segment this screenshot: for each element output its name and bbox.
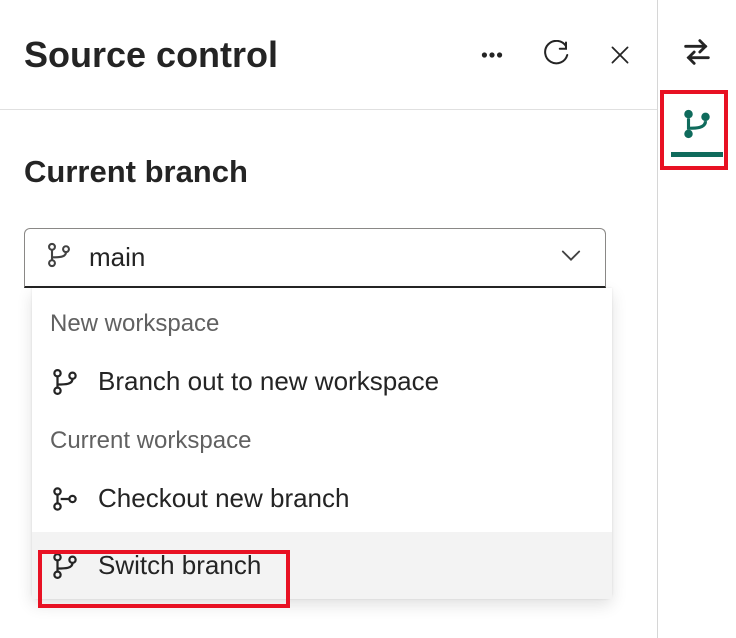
branch-select-wrapper: main New workspace (24, 228, 633, 288)
panel-header: Source control (0, 0, 657, 110)
more-icon[interactable] (479, 42, 505, 68)
menu-item-checkout[interactable]: Checkout new branch (32, 465, 612, 532)
branch-icon (50, 367, 80, 397)
menu-item-label: Checkout new branch (98, 483, 349, 514)
right-sidebar (658, 0, 736, 638)
menu-item-label: Switch branch (98, 550, 261, 581)
group-label-new-workspace: New workspace (32, 298, 612, 348)
branch-icon (45, 241, 73, 274)
sidebar-source-control-icon[interactable] (671, 102, 723, 157)
menu-item-switch-branch[interactable]: Switch branch (32, 532, 612, 599)
branch-select-value: main (89, 242, 557, 273)
active-indicator (671, 152, 723, 157)
panel-title: Source control (24, 34, 479, 76)
current-branch-title: Current branch (24, 154, 633, 190)
menu-item-branch-out[interactable]: Branch out to new workspace (32, 348, 612, 415)
header-actions (479, 40, 633, 70)
branch-dropdown: New workspace Branch out to new workspac… (32, 288, 612, 599)
menu-item-label: Branch out to new workspace (98, 366, 439, 397)
branch-select[interactable]: main (24, 228, 606, 288)
checkout-icon (50, 484, 80, 514)
chevron-down-icon (557, 241, 585, 274)
refresh-icon[interactable] (541, 40, 571, 70)
sidebar-swap-icon[interactable] (671, 30, 723, 74)
close-icon[interactable] (607, 42, 633, 68)
group-label-current-workspace: Current workspace (32, 415, 612, 465)
branch-icon (50, 551, 80, 581)
